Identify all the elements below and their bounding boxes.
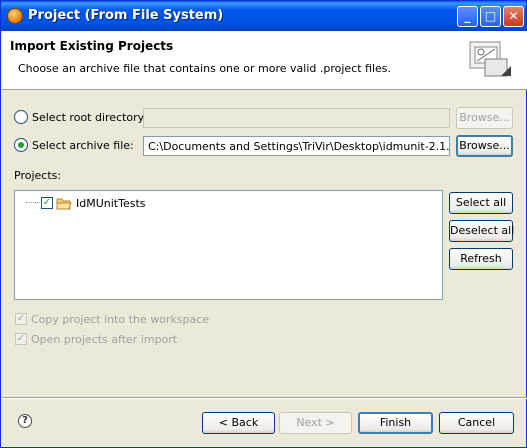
import-wizard-icon [469, 41, 511, 77]
minimize-button[interactable]: _ [457, 6, 478, 27]
archive-browse-button[interactable]: Browse... [456, 135, 513, 157]
close-button[interactable]: ✕ [503, 6, 524, 27]
select-all-button[interactable]: Select all [449, 192, 513, 214]
help-icon[interactable]: ? [18, 414, 32, 428]
next-button[interactable]: Next > [279, 412, 352, 434]
copy-project-label: Copy project into the workspace [31, 312, 210, 326]
select-archive-file-radio[interactable]: Select archive file: [14, 136, 134, 154]
window-title: Project (From File System) [28, 8, 224, 23]
root-directory-label: Select root directory: [32, 110, 148, 124]
page-description: Choose an archive file that contains one… [18, 62, 392, 75]
radio-selected-icon [14, 138, 28, 152]
root-browse-button[interactable]: Browse... [456, 107, 513, 129]
app-icon [7, 8, 23, 24]
project-name: IdMUnitTests [76, 196, 146, 210]
tree-item[interactable]: ✓ IdMUnitTests [41, 195, 146, 211]
footer-separator [2, 397, 527, 399]
import-wizard-window: Project (From File System) _ □ ✕ Import … [0, 0, 527, 448]
deselect-all-button[interactable]: Deselect all [449, 220, 514, 242]
checkbox-icon: ✓ [15, 313, 27, 325]
finish-button[interactable]: Finish [358, 412, 433, 434]
tree-connector [26, 202, 40, 203]
radio-icon [14, 110, 28, 124]
root-directory-field[interactable] [143, 108, 450, 128]
select-root-directory-radio[interactable]: Select root directory: [14, 108, 147, 126]
project-checkbox[interactable]: ✓ [41, 197, 53, 209]
checkbox-icon: ✓ [15, 333, 27, 345]
back-button[interactable]: < Back [202, 412, 275, 434]
open-projects-label: Open projects after import [31, 332, 178, 346]
archive-file-field[interactable]: C:\Documents and Settings\TriVir\Desktop… [143, 136, 450, 156]
cancel-button[interactable]: Cancel [439, 412, 514, 434]
page-title: Import Existing Projects [10, 39, 174, 53]
projects-tree[interactable]: ✓ IdMUnitTests [14, 190, 443, 300]
open-projects-checkbox[interactable]: ✓ Open projects after import [15, 332, 177, 346]
title-bar: Project (From File System) _ □ ✕ [1, 1, 526, 31]
refresh-button[interactable]: Refresh [449, 248, 513, 270]
archive-file-label: Select archive file: [32, 138, 134, 152]
maximize-button[interactable]: □ [480, 6, 501, 27]
wizard-header: Import Existing Projects Choose an archi… [2, 31, 527, 90]
folder-icon [56, 198, 72, 209]
projects-label: Projects: [14, 169, 62, 182]
copy-project-checkbox[interactable]: ✓ Copy project into the workspace [15, 312, 209, 326]
